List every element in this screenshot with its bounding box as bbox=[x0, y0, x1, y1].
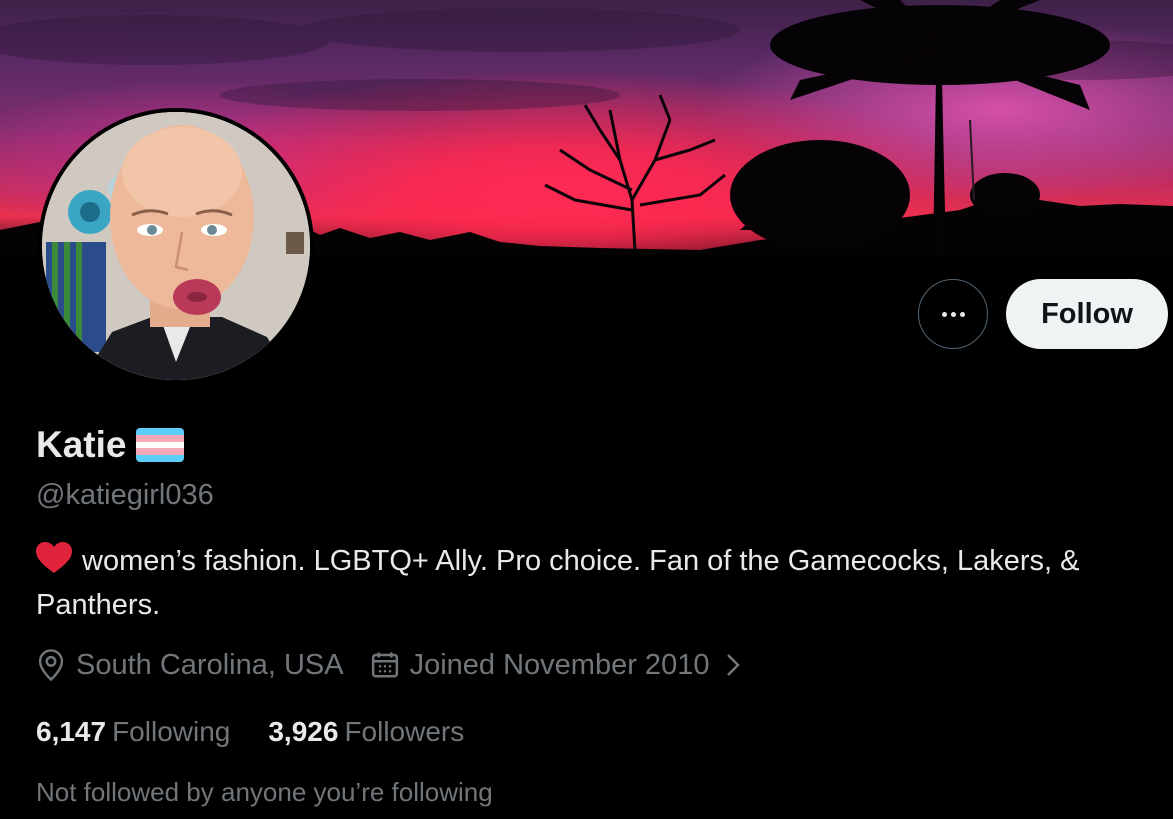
profile-bio: women’s fashion. LGBTQ+ Ally. Pro choice… bbox=[36, 541, 1146, 625]
bio-text: women’s fashion. LGBTQ+ Ally. Pro choice… bbox=[36, 545, 1080, 621]
red-heart-icon bbox=[36, 542, 72, 585]
transgender-flag-icon bbox=[136, 428, 185, 462]
more-options-button[interactable] bbox=[918, 279, 988, 349]
display-name: Katie bbox=[36, 424, 127, 465]
followers-count: 3,926 bbox=[268, 716, 339, 747]
avatar-image bbox=[42, 112, 310, 380]
follow-stats: 6,147 Following 3,926 Followers bbox=[36, 716, 502, 748]
location-pin-icon bbox=[38, 649, 64, 682]
followed-by-text: Not followed by anyone you’re following bbox=[36, 777, 493, 807]
profile-avatar[interactable] bbox=[38, 108, 314, 384]
profile-meta: South Carolina, USA Joined November 2010 bbox=[36, 648, 767, 682]
profile-name-row: Katie bbox=[36, 424, 185, 466]
joined-item[interactable]: Joined November 2010 bbox=[370, 649, 742, 682]
following-count: 6,147 bbox=[36, 716, 107, 747]
profile-handle: @katiegirl036 bbox=[36, 479, 214, 511]
location-item: South Carolina, USA bbox=[36, 648, 344, 682]
more-horizontal-icon-dot bbox=[950, 311, 956, 317]
following-link[interactable]: 6,147 Following bbox=[36, 716, 230, 748]
joined-text: Joined November 2010 bbox=[409, 648, 710, 681]
more-horizontal-icon bbox=[941, 311, 947, 317]
following-label: Following bbox=[112, 716, 231, 747]
more-horizontal-icon-dot bbox=[959, 311, 965, 317]
chevron-right-icon bbox=[727, 654, 741, 676]
follow-button[interactable]: Follow bbox=[1006, 279, 1168, 349]
followers-link[interactable]: 3,926 Followers bbox=[268, 716, 464, 748]
calendar-icon bbox=[371, 652, 398, 678]
location-text: South Carolina, USA bbox=[76, 648, 344, 681]
followers-label: Followers bbox=[344, 716, 465, 747]
